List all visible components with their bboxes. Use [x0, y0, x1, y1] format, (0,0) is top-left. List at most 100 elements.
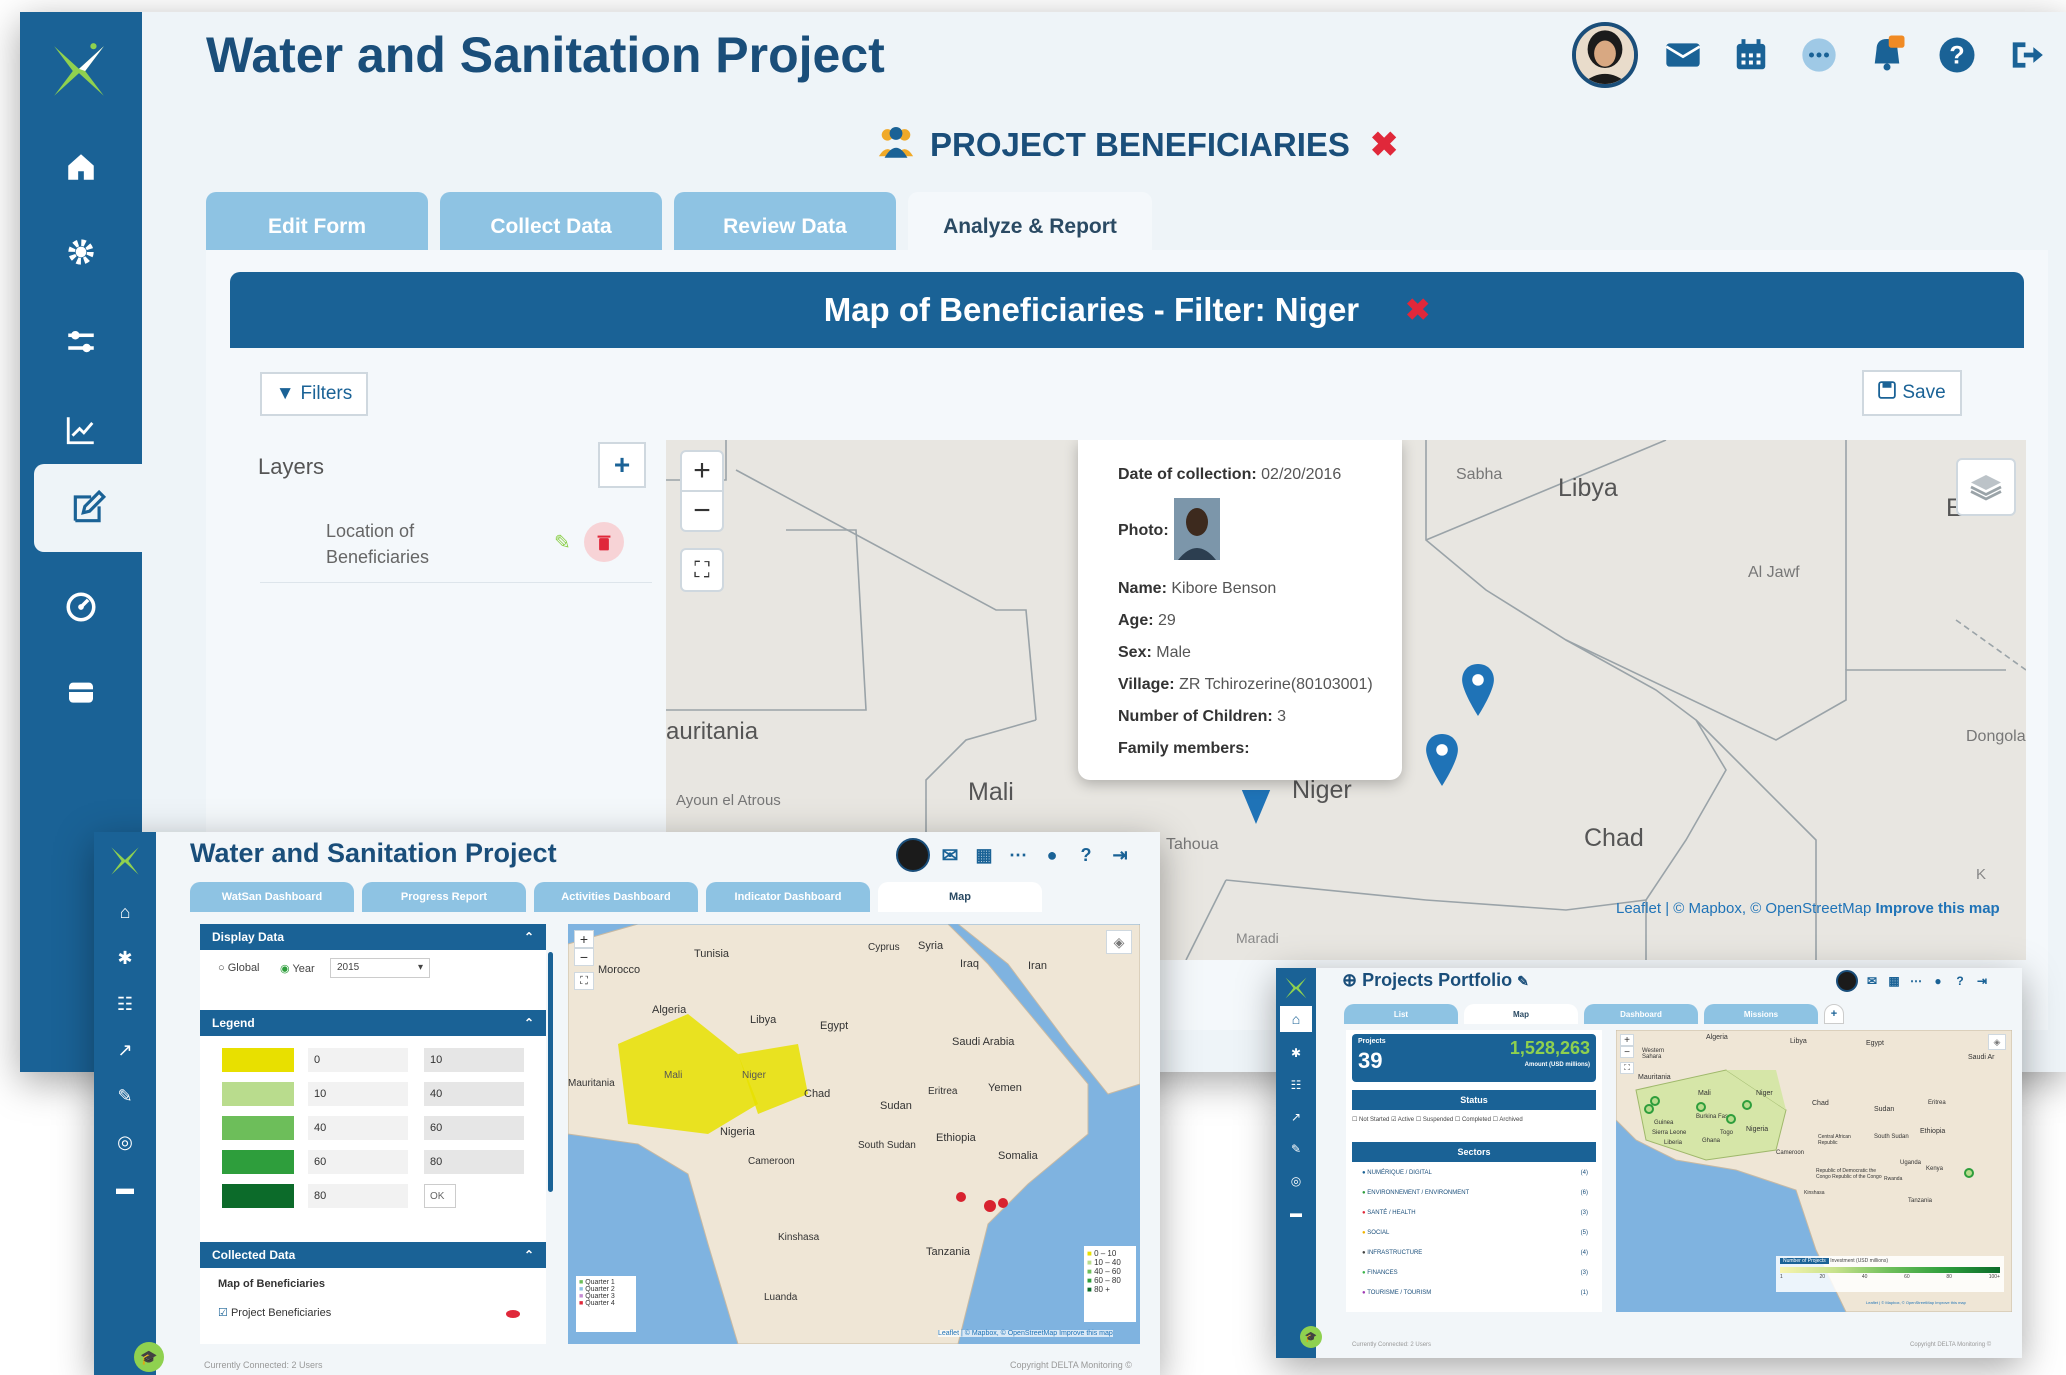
legend-swatch[interactable]: [222, 1048, 294, 1072]
zoom-in-button[interactable]: +: [680, 450, 724, 492]
notification-icon[interactable]: ●: [1928, 970, 1948, 992]
gauge-icon[interactable]: ◎: [104, 1122, 146, 1162]
zoom-in-button[interactable]: +: [1620, 1034, 1634, 1046]
project-beneficiaries-checkbox[interactable]: ☑ Project Beneficiaries: [218, 1306, 331, 1319]
mail-icon[interactable]: ✉: [1862, 970, 1882, 992]
gauge-icon[interactable]: ◎: [1280, 1168, 1312, 1194]
sliders-icon[interactable]: [46, 307, 116, 377]
sector-item[interactable]: ● INFRASTRUCTURE (4): [1362, 1250, 1588, 1256]
sector-item[interactable]: ● SOCIAL (5): [1362, 1230, 1588, 1236]
zoom-in-button[interactable]: +: [574, 930, 594, 948]
edit-form-icon[interactable]: [34, 464, 142, 552]
notification-icon[interactable]: ●: [1038, 840, 1066, 870]
map-attribution[interactable]: Leaflet | © Mapbox, © OpenStreetMap Impr…: [938, 1330, 1113, 1337]
global-radio[interactable]: ○ Global: [218, 962, 260, 974]
legend-from[interactable]: 80: [308, 1184, 408, 1208]
chat-icon[interactable]: ⋯: [1004, 840, 1032, 870]
sliders-icon[interactable]: ☷: [1280, 1072, 1312, 1098]
sliders-icon[interactable]: ☷: [104, 984, 146, 1024]
gear-icon[interactable]: ✱: [1280, 1040, 1312, 1066]
project-marker[interactable]: [1742, 1100, 1752, 1110]
status-checkbox[interactable]: ☐ Not Started: [1352, 1117, 1389, 1123]
calendar-icon[interactable]: ▦: [1884, 970, 1904, 992]
tab-list[interactable]: List: [1344, 1004, 1458, 1024]
help-icon[interactable]: ?: [1932, 30, 1982, 80]
legend-to[interactable]: 10: [424, 1048, 524, 1072]
sector-item[interactable]: ● TOURISME / TOURISM (1): [1362, 1290, 1588, 1296]
save-button[interactable]: Save: [1862, 370, 1962, 416]
logout-icon[interactable]: ⇥: [1106, 840, 1134, 870]
tab-watsan-dashboard[interactable]: WatSan Dashboard: [190, 882, 354, 912]
sector-item[interactable]: ● SANTÉ / HEALTH (3): [1362, 1210, 1588, 1216]
help-icon[interactable]: ?: [1072, 840, 1100, 870]
legend-header[interactable]: Legend ⌃: [200, 1010, 546, 1036]
legend-to[interactable]: 40: [424, 1082, 524, 1106]
scrollbar[interactable]: [548, 952, 553, 1192]
back-icon[interactable]: ⊕: [1342, 970, 1357, 990]
project-marker[interactable]: [1726, 1114, 1736, 1124]
tab-progress-report[interactable]: Progress Report: [362, 882, 526, 912]
chat-icon[interactable]: [1794, 30, 1844, 80]
year-select[interactable]: 2015 ▾: [330, 958, 430, 978]
gear-icon[interactable]: [46, 217, 116, 287]
legend-swatch[interactable]: [222, 1082, 294, 1106]
project-marker[interactable]: [1964, 1168, 1974, 1178]
legend-from[interactable]: 40: [308, 1116, 408, 1140]
avatar[interactable]: [896, 838, 930, 872]
sector-item[interactable]: ● ENVIRONNEMENT / ENVIRONMENT (6): [1362, 1190, 1588, 1196]
map-marker[interactable]: [1238, 790, 1274, 829]
zoom-out-button[interactable]: −: [680, 490, 724, 532]
mail-icon[interactable]: ✉: [936, 840, 964, 870]
year-radio[interactable]: ◉ Year: [280, 962, 315, 975]
status-checkbox[interactable]: ☐ Archived: [1493, 1117, 1523, 1123]
help-icon[interactable]: ?: [1950, 970, 1970, 992]
tab-activities-dashboard[interactable]: Activities Dashboard: [534, 882, 698, 912]
legend-from[interactable]: 10: [308, 1082, 408, 1106]
edit-layer-icon[interactable]: ✎: [554, 530, 571, 555]
graduation-icon[interactable]: 🎓: [134, 1342, 164, 1372]
tab-dashboard[interactable]: Dashboard: [1584, 1004, 1698, 1024]
chart-line-icon[interactable]: [46, 395, 116, 465]
avatar[interactable]: [1572, 22, 1638, 88]
delete-layer-icon[interactable]: [584, 522, 624, 562]
tab-add[interactable]: +: [1824, 1004, 1844, 1024]
filters-button[interactable]: ▼ Filters: [260, 372, 368, 416]
edit-form-icon[interactable]: ✎: [104, 1076, 146, 1116]
logout-icon[interactable]: [2002, 30, 2052, 80]
layers-control-icon[interactable]: [1956, 458, 2016, 516]
card-icon[interactable]: ▬: [1280, 1200, 1312, 1226]
map-attribution[interactable]: Leaflet | © Mapbox, © OpenStreetMap Impr…: [1866, 1300, 1966, 1305]
project-marker[interactable]: [1644, 1104, 1654, 1114]
legend-to[interactable]: 60: [424, 1116, 524, 1140]
chat-icon[interactable]: ⋯: [1906, 970, 1926, 992]
mail-icon[interactable]: [1658, 30, 1708, 80]
remove-filter-icon[interactable]: ✖: [1405, 293, 1430, 328]
calendar-icon[interactable]: ▦: [970, 840, 998, 870]
fullscreen-button[interactable]: ⛶: [680, 548, 724, 592]
legend-from[interactable]: 60: [308, 1150, 408, 1174]
tab-indicator-dashboard[interactable]: Indicator Dashboard: [706, 882, 870, 912]
chart-line-icon[interactable]: ↗: [104, 1030, 146, 1070]
notification-icon[interactable]: [1862, 28, 1912, 78]
project-point[interactable]: [984, 1200, 996, 1212]
edit-form-icon[interactable]: ✎: [1280, 1136, 1312, 1162]
status-checkbox[interactable]: ☐ Completed: [1455, 1117, 1491, 1123]
project-point[interactable]: [998, 1198, 1008, 1208]
home-icon[interactable]: ⌂: [104, 892, 146, 932]
map-marker[interactable]: [1424, 734, 1460, 791]
gear-icon[interactable]: ✱: [104, 938, 146, 978]
close-icon[interactable]: ✖: [1370, 125, 1399, 165]
portfolio-map[interactable]: Algeria Libya Egypt Saudi Ar Western Sah…: [1616, 1030, 2012, 1312]
status-checkbox[interactable]: ☐ Suspended: [1416, 1117, 1453, 1123]
choropleth-map[interactable]: Tunisia Morocco Algeria Libya Egypt Cypr…: [568, 924, 1140, 1344]
gauge-icon[interactable]: [46, 572, 116, 642]
zoom-out-button[interactable]: −: [1620, 1046, 1634, 1058]
legend-swatch[interactable]: [222, 1116, 294, 1140]
tab-map[interactable]: Map: [878, 882, 1042, 912]
home-icon[interactable]: ⌂: [1280, 1006, 1312, 1032]
layers-control-icon[interactable]: ◈: [1988, 1034, 2006, 1050]
collected-data-header[interactable]: Collected Data ⌃: [200, 1242, 546, 1268]
layers-control-icon[interactable]: ◈: [1106, 930, 1132, 954]
sector-item[interactable]: ● FINANCES (3): [1362, 1270, 1588, 1276]
sector-item[interactable]: ● NUMÉRIQUE / DIGITAL (4): [1362, 1170, 1588, 1176]
